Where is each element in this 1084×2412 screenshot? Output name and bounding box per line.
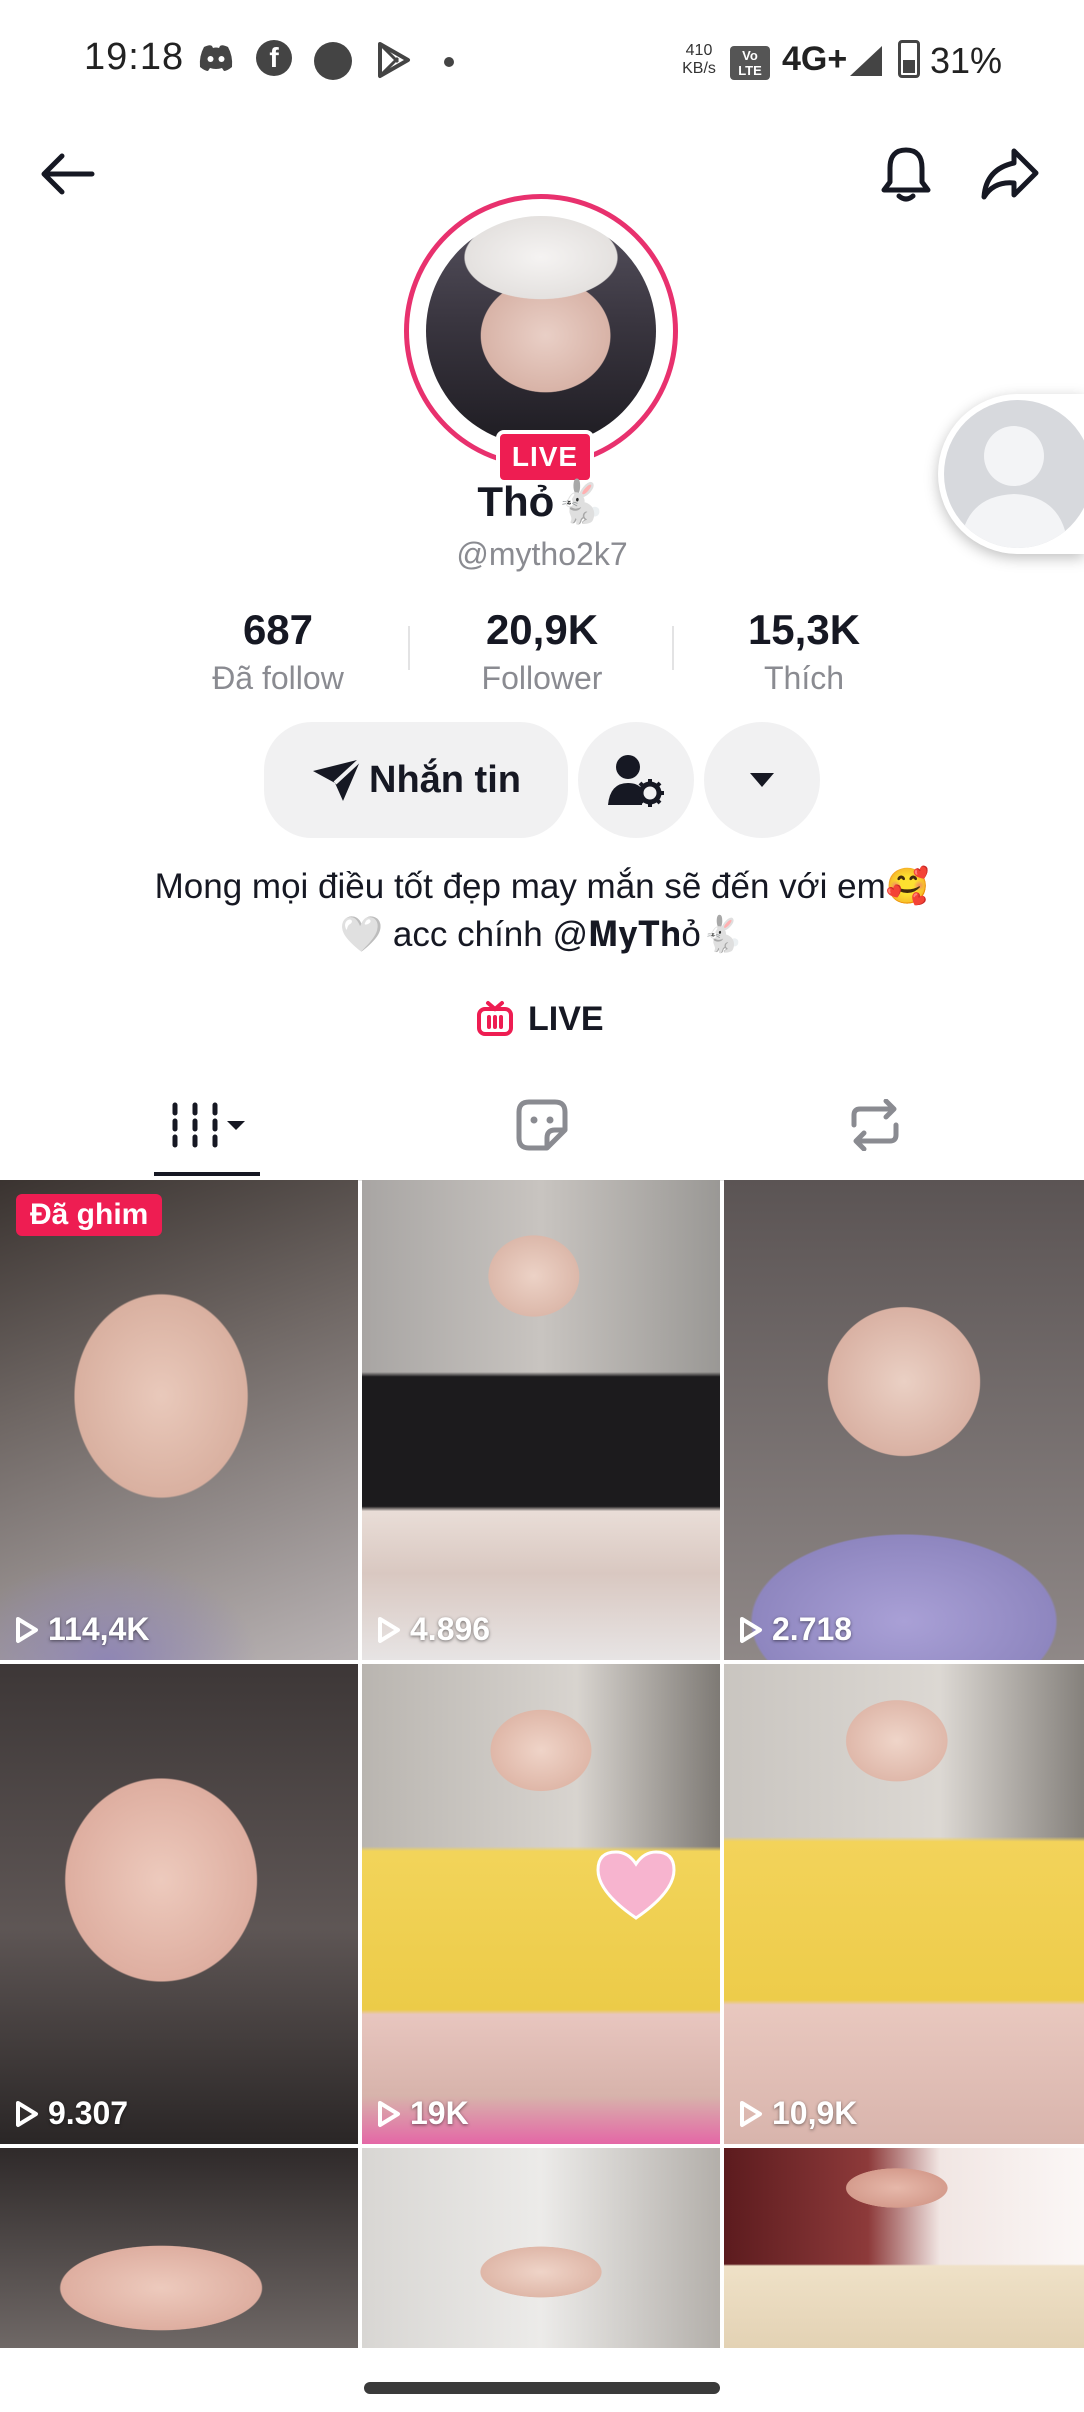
caret-down-icon <box>748 771 776 789</box>
tv-icon <box>476 1000 514 1038</box>
net-speed-value: 410 <box>685 42 713 59</box>
view-count: 4.896 <box>376 1611 490 1648</box>
stat-likes-label: Thích <box>763 660 845 696</box>
stat-following-value: 687 <box>242 606 314 653</box>
sticker-icon <box>515 1098 569 1152</box>
discord-icon <box>196 38 236 78</box>
grid-view-icon <box>169 1099 249 1151</box>
video-thumbnail[interactable] <box>724 2148 1084 2348</box>
view-count: 114,4K <box>14 1611 149 1648</box>
share-icon[interactable] <box>970 134 1050 214</box>
network-type: 4G+ <box>782 40 848 78</box>
live-link[interactable]: LIVE <box>476 994 604 1044</box>
video-thumbnail[interactable]: Đã ghim 114,4K <box>0 1180 358 1660</box>
stat-followers-label: Follower <box>481 660 603 696</box>
more-notifications-icon <box>444 57 454 67</box>
stat-following[interactable]: 687 Đã follow <box>168 606 388 697</box>
love-heart-sticker <box>594 1848 678 1927</box>
tab-videos[interactable] <box>28 1070 389 1180</box>
repost-icon <box>846 1099 904 1151</box>
display-name: Thỏ🐇 <box>477 478 607 525</box>
volte-icon: Vo LTE <box>730 46 770 80</box>
status-bar: 19:18 f 410 KB/s Vo LTE 4G+ 31% <box>0 0 1084 125</box>
username: @mytho2k7 <box>456 536 628 572</box>
status-time: 19:18 <box>84 36 185 78</box>
video-thumbnail[interactable]: 19K <box>362 1664 720 2144</box>
back-arrow-icon[interactable] <box>26 134 106 214</box>
stat-followers[interactable]: 20,9K Follower <box>432 606 652 697</box>
play-store-icon <box>374 40 414 80</box>
view-count: 10,9K <box>738 2095 857 2132</box>
view-count-value: 114,4K <box>48 1611 150 1647</box>
play-outline-icon <box>16 2100 38 2127</box>
view-count: 2.718 <box>738 1611 852 1648</box>
suggested-account-avatar[interactable] <box>938 394 1084 554</box>
view-count-value: 19K <box>410 2095 469 2131</box>
net-speed-unit: KB/s <box>682 60 716 77</box>
tab-reposts-sticker[interactable] <box>361 1070 722 1180</box>
video-thumbnail[interactable]: 2.718 <box>724 1180 1084 1660</box>
video-thumbnail[interactable]: 10,9K <box>724 1664 1084 2144</box>
play-outline-icon <box>378 2100 400 2127</box>
active-tab-indicator <box>154 1172 260 1176</box>
person-gear-icon <box>606 751 666 809</box>
live-link-label: LIVE <box>528 999 604 1038</box>
signal-icon <box>848 44 884 83</box>
facebook-icon: f <box>256 40 292 76</box>
view-count-value: 4.896 <box>410 1611 491 1647</box>
video-thumbnail[interactable] <box>362 2148 720 2348</box>
view-count-value: 10,9K <box>772 2095 858 2131</box>
net-speed: 410 KB/s <box>676 42 722 78</box>
avatar[interactable] <box>426 216 656 446</box>
live-badge: LIVE <box>496 430 594 484</box>
stat-divider <box>672 626 674 670</box>
video-thumbnail[interactable]: 9.307 <box>0 1664 358 2144</box>
view-count: 19K <box>376 2095 469 2132</box>
play-outline-icon <box>378 1616 400 1643</box>
view-count-value: 2.718 <box>772 1611 853 1647</box>
play-outline-icon <box>16 1616 38 1643</box>
stat-following-label: Đã follow <box>212 660 344 696</box>
bio-line-2[interactable]: 🤍 acc chính @𝐌𝐲𝐓𝐡ỏ🐇 <box>0 914 1084 955</box>
content-tabs <box>0 1070 1084 1181</box>
view-count-value: 9.307 <box>48 2095 129 2131</box>
video-grid: Đã ghim 114,4K 4.896 2.718 9.307 19K 10,… <box>0 1180 1084 2350</box>
battery-percent: 31% <box>930 40 1003 81</box>
stat-followers-value: 20,9K <box>485 606 599 653</box>
notification-dot-icon <box>314 42 352 80</box>
send-icon <box>311 757 363 803</box>
home-gesture-bar[interactable] <box>364 2382 720 2394</box>
play-outline-icon <box>740 1616 762 1643</box>
bio-line-1: Mong mọi điều tốt đẹp may mắn sẽ đến với… <box>154 867 930 906</box>
play-outline-icon <box>740 2100 762 2127</box>
friend-settings-button[interactable] <box>578 722 694 838</box>
view-count: 9.307 <box>14 2095 128 2132</box>
video-thumbnail[interactable] <box>0 2148 358 2348</box>
pinned-badge: Đã ghim <box>16 1194 163 1236</box>
stat-likes-value: 15,3K <box>747 606 861 653</box>
video-thumbnail[interactable]: 4.896 <box>362 1180 720 1660</box>
stat-divider <box>408 626 410 670</box>
bell-icon[interactable] <box>866 134 946 214</box>
more-options-button[interactable] <box>704 722 820 838</box>
battery-icon <box>898 40 920 78</box>
stat-likes[interactable]: 15,3K Thích <box>694 606 914 697</box>
message-button-label: Nhắn tin <box>369 758 521 801</box>
tab-reposts[interactable] <box>694 1070 1055 1180</box>
message-button[interactable]: Nhắn tin <box>264 722 568 838</box>
